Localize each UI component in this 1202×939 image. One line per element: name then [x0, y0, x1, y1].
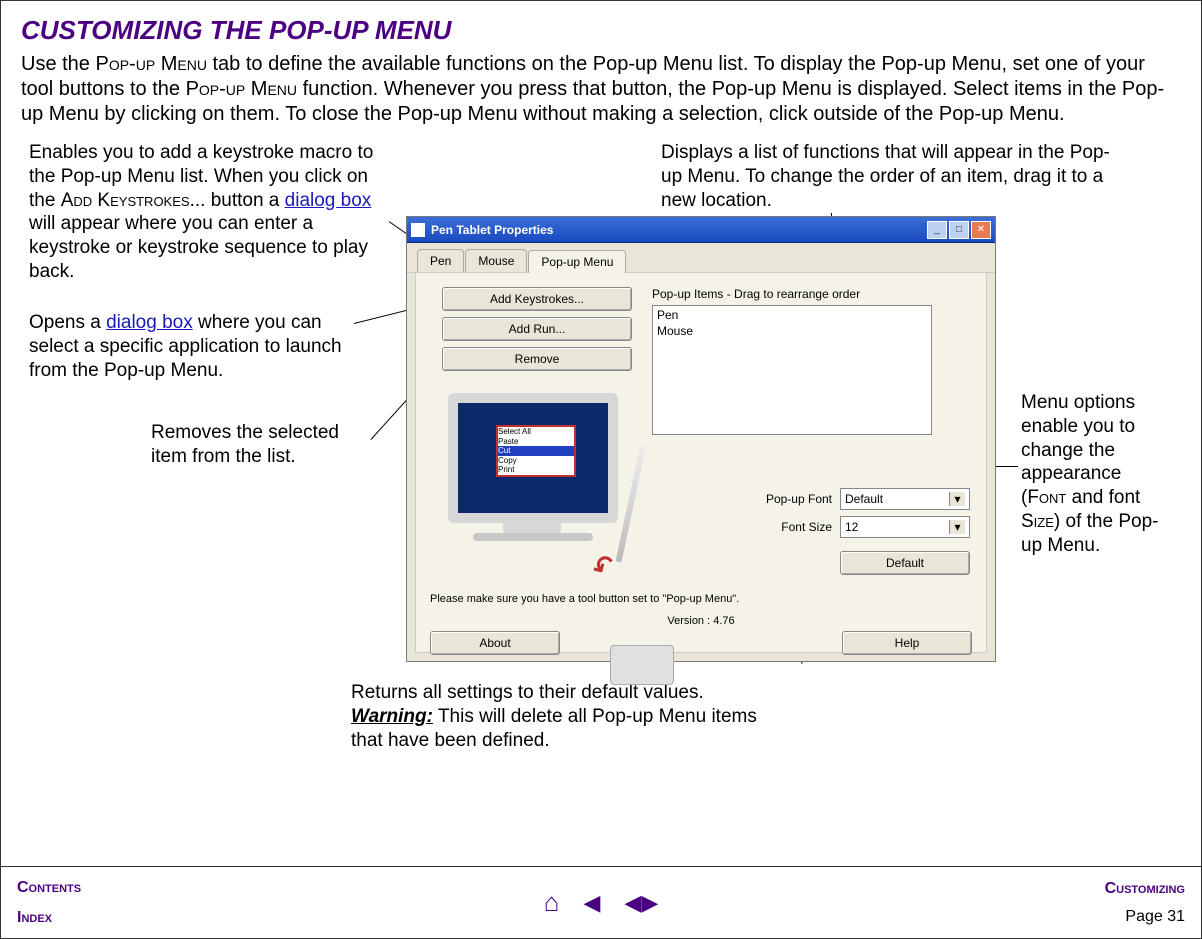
popup-items-listbox[interactable]: Pen Mouse: [652, 305, 932, 435]
link-dialog-box-1[interactable]: dialog box: [285, 190, 372, 211]
tab-bar: Pen Mouse Pop-up Menu: [407, 243, 995, 273]
hint-text: Please make sure you have a tool button …: [430, 593, 739, 605]
page-title: CUSTOMIZING THE POP-UP MENU: [21, 15, 1181, 46]
popup-menu-illustration: Select All Paste Cut Copy Print: [496, 425, 576, 477]
pen-icon: [616, 444, 647, 563]
window-titlebar: Pen Tablet Properties _ □ ✕: [407, 217, 995, 243]
version-label: Version : 4.76: [416, 615, 986, 627]
tab-mouse[interactable]: Mouse: [465, 249, 527, 272]
popup-font-label: Pop-up Font: [742, 492, 832, 506]
tab-pen[interactable]: Pen: [417, 249, 464, 272]
list-item[interactable]: Mouse: [657, 324, 927, 340]
popup-font-select[interactable]: Default ▾: [840, 488, 970, 510]
tab-body: Add Keystrokes... Add Run... Remove Pop-…: [415, 273, 987, 653]
add-run-button[interactable]: Add Run...: [442, 317, 632, 341]
back-icon[interactable]: ◀: [583, 890, 600, 916]
default-button[interactable]: Default: [840, 551, 970, 575]
font-size-label: Font Size: [742, 520, 832, 534]
callout-add-keystrokes: Enables you to add a keystroke macro to …: [29, 141, 389, 284]
home-icon[interactable]: ⌂: [544, 887, 560, 918]
intro-paragraph: Use the Pop-up Menu tab to define the av…: [21, 52, 1181, 127]
callout-add-run: Opens a dialog box where you can select …: [29, 311, 354, 382]
link-dialog-box-2[interactable]: dialog box: [106, 312, 193, 333]
callout-default: Returns all settings to their default va…: [351, 681, 761, 752]
popup-items-label: Pop-up Items - Drag to rearrange order: [652, 287, 972, 301]
minimize-button[interactable]: _: [927, 221, 947, 239]
help-button[interactable]: Help: [842, 631, 972, 655]
close-button[interactable]: ✕: [971, 221, 991, 239]
callout-popup-items: Displays a list of functions that will a…: [661, 141, 1121, 212]
chevron-down-icon: ▾: [949, 492, 965, 506]
app-icon: [411, 223, 425, 237]
callout-remove: Removes the selected item from the list.: [151, 421, 371, 469]
page-footer: Contents Index ⌂ ◀ ◀▶ Customizing Page 3…: [1, 866, 1201, 938]
page-number: Page 31: [1125, 908, 1185, 925]
arrow-icon: ↶: [587, 548, 621, 586]
callout-font-options: Menu options enable you to change the ap…: [1021, 391, 1171, 557]
chevron-down-icon: ▾: [949, 520, 965, 534]
prev-next-icon[interactable]: ◀▶: [624, 890, 658, 916]
monitor-illustration: Select All Paste Cut Copy Print ↶: [438, 393, 648, 541]
window-title: Pen Tablet Properties: [431, 223, 927, 237]
list-item[interactable]: Pen: [657, 308, 927, 324]
contents-link[interactable]: Contents: [17, 879, 81, 897]
font-size-select[interactable]: 12 ▾: [840, 516, 970, 538]
pen-tablet-properties-window: Pen Tablet Properties _ □ ✕ Pen Mouse Po…: [406, 216, 996, 662]
add-keystrokes-button[interactable]: Add Keystrokes...: [442, 287, 632, 311]
tab-popup-menu[interactable]: Pop-up Menu: [528, 250, 626, 273]
about-button[interactable]: About: [430, 631, 560, 655]
index-link[interactable]: Index: [17, 909, 81, 927]
remove-button[interactable]: Remove: [442, 347, 632, 371]
maximize-button[interactable]: □: [949, 221, 969, 239]
section-label: Customizing: [1105, 880, 1185, 898]
